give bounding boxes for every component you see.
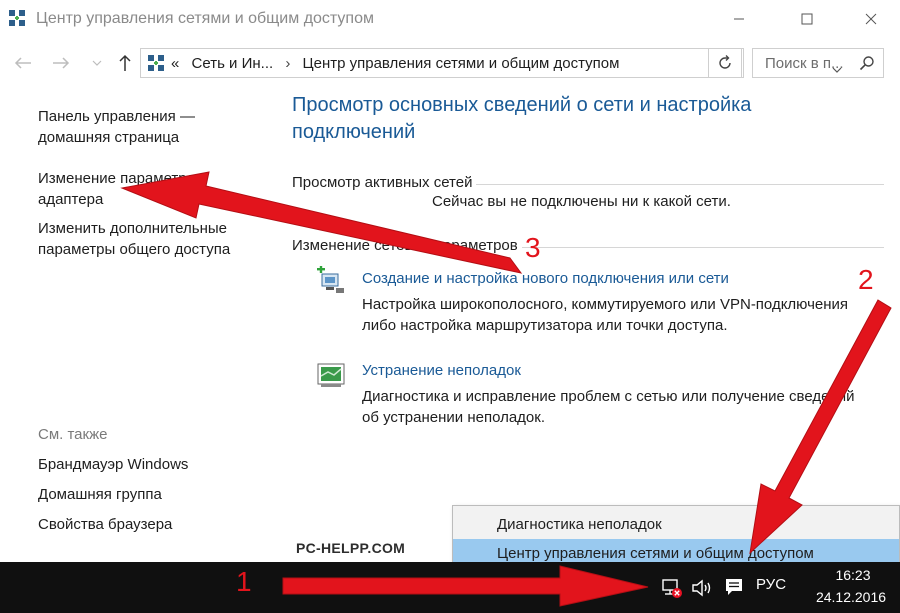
left-panel: Панель управления — домашняя страница Из…: [0, 84, 272, 560]
troubleshoot-link[interactable]: Устранение неполадок: [362, 362, 521, 379]
annotation-number-1: 1: [236, 566, 252, 597]
see-also-browser-properties-link[interactable]: Свойства браузера: [38, 514, 172, 535]
active-networks-title: Просмотр активных сетей: [292, 174, 477, 191]
up-button[interactable]: [112, 50, 138, 76]
search-box[interactable]: Поиск в п...: [752, 48, 884, 78]
taskbar: РУС 16:23 24.12.2016: [0, 562, 900, 613]
description-line: Диагностика и исправление проблем с сеть…: [362, 388, 855, 405]
annotation-number-3: 3: [525, 232, 541, 263]
title-bar: Центр управления сетями и общим доступом: [0, 0, 900, 40]
see-also-homegroup-link[interactable]: Домашняя группа: [38, 484, 162, 505]
window-title: Центр управления сетями и общим доступом: [36, 10, 374, 27]
forward-icon: [53, 57, 70, 69]
connection-status-text: Сейчас вы не подключены ни к какой сети.: [432, 193, 731, 210]
see-also-heading: См. также: [38, 426, 108, 443]
minimize-icon: [734, 18, 744, 20]
link-text: Панель управления —: [38, 108, 195, 125]
link-text: параметры общего доступа: [38, 241, 231, 258]
new-connection-icon[interactable]: [316, 266, 346, 296]
maximize-button[interactable]: [784, 4, 830, 34]
search-icon[interactable]: [859, 55, 875, 71]
notifications-icon: [726, 579, 742, 595]
see-also-firewall-link[interactable]: Брандмауэр Windows: [38, 454, 188, 475]
advanced-sharing-settings-link[interactable]: Изменить дополнительные параметры общего…: [38, 218, 230, 260]
maximize-icon: [801, 13, 813, 25]
breadcrumb-network[interactable]: Сеть и Ин...: [192, 55, 274, 72]
new-connection-description: Настройка широкополосного, коммутируемог…: [362, 294, 892, 336]
network-center-icon: [9, 10, 25, 26]
description-line: либо настройка маршрутизатора или точки …: [362, 317, 728, 334]
language-indicator[interactable]: РУС: [756, 576, 786, 593]
network-tray-button[interactable]: [660, 576, 684, 600]
network-error-icon: [662, 579, 682, 598]
close-icon: [865, 13, 877, 25]
page-title-line: Просмотр основных сведений о сети и наст…: [292, 94, 752, 116]
link-text: Изменить дополнительные: [38, 220, 227, 237]
page-title: Просмотр основных сведений о сети и наст…: [292, 92, 792, 146]
change-adapter-settings-link[interactable]: Изменение параметров адаптера: [38, 168, 203, 210]
search-input[interactable]: Поиск в п...: [765, 55, 844, 72]
back-button[interactable]: [10, 50, 36, 76]
control-panel-home-link[interactable]: Панель управления — домашняя страница: [38, 106, 195, 148]
back-icon: [14, 57, 31, 69]
forward-button[interactable]: [48, 50, 74, 76]
action-center-button[interactable]: [722, 575, 746, 599]
page-title-line: подключений: [292, 121, 416, 143]
breadcrumb-current[interactable]: Центр управления сетями и общим доступом: [303, 55, 620, 72]
minimize-button[interactable]: [716, 4, 762, 34]
annotation-number-2: 2: [858, 264, 874, 295]
navigation-bar: « Сеть и Ин... › Центр управления сетями…: [0, 42, 900, 84]
menu-item-troubleshoot[interactable]: Диагностика неполадок: [453, 510, 899, 540]
watermark-logo: PC-HELPP.COM: [296, 540, 406, 556]
troubleshoot-description: Диагностика и исправление проблем с сеть…: [362, 386, 892, 428]
troubleshoot-icon[interactable]: [316, 360, 346, 390]
description-line: об устранении неполадок.: [362, 409, 546, 426]
clock-date[interactable]: 24.12.2016: [806, 589, 896, 605]
address-bar[interactable]: « Сеть и Ин... › Центр управления сетями…: [140, 48, 842, 78]
clock-time[interactable]: 16:23: [818, 567, 888, 583]
up-icon: [119, 54, 131, 71]
refresh-icon: [719, 55, 731, 69]
refresh-button[interactable]: [708, 48, 742, 78]
network-center-icon: [148, 55, 164, 71]
breadcrumb-overflow[interactable]: «: [171, 55, 179, 72]
new-connection-link[interactable]: Создание и настройка нового подключения …: [362, 270, 729, 287]
chevron-down-icon: [92, 60, 102, 66]
link-text: адаптера: [38, 191, 104, 208]
link-text: домашняя страница: [38, 129, 180, 146]
close-button[interactable]: [848, 4, 894, 34]
link-text: Изменение параметров: [38, 170, 203, 187]
recent-locations-button[interactable]: [84, 50, 110, 76]
breadcrumb-separator: ›: [285, 55, 291, 72]
volume-tray-button[interactable]: [690, 576, 714, 600]
volume-icon: [692, 579, 711, 597]
change-settings-title: Изменение сетевых параметров: [292, 237, 522, 254]
description-line: Настройка широкополосного, коммутируемог…: [362, 296, 849, 313]
